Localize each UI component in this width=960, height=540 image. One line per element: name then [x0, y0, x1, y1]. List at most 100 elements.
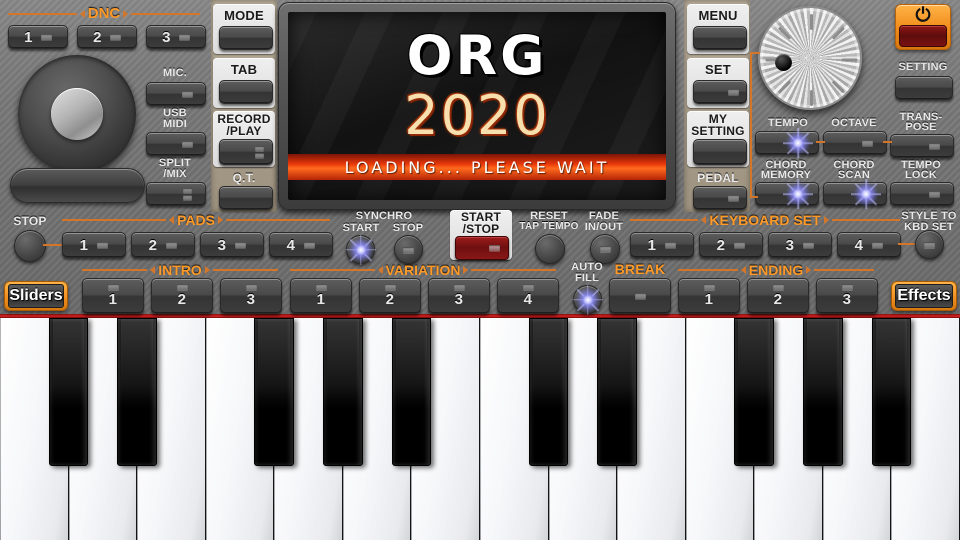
- reset-tap-tempo-button[interactable]: [535, 234, 565, 264]
- tempo-led-ray-h: [783, 142, 813, 144]
- tab-button[interactable]: [219, 80, 273, 104]
- setting-button[interactable]: [895, 76, 953, 100]
- black-key[interactable]: [871, 318, 912, 466]
- tempo-lock-button[interactable]: [890, 182, 954, 206]
- pad-button-1[interactable]: 1: [62, 232, 126, 258]
- piano-keyboard[interactable]: [0, 318, 960, 540]
- black-key[interactable]: [391, 318, 432, 466]
- kbdset-2-label: 2: [716, 236, 726, 254]
- record-play-leds: [254, 146, 264, 158]
- intro-button-2[interactable]: 2: [151, 278, 213, 314]
- variation-4-label: 4: [523, 291, 533, 308]
- tempo-button[interactable]: [755, 128, 819, 158]
- data-dial-knob[interactable]: [758, 6, 862, 110]
- menu-button[interactable]: [693, 26, 747, 50]
- usb-midi-button[interactable]: [146, 132, 206, 156]
- black-key[interactable]: [528, 318, 569, 466]
- black-key[interactable]: [802, 318, 843, 466]
- sliders-inner: Sliders: [8, 284, 64, 308]
- black-key[interactable]: [117, 318, 158, 466]
- qt-label: Q.T.: [232, 171, 256, 185]
- intro-label: INTRO: [158, 262, 202, 278]
- intro-tri-right-icon: [204, 266, 210, 274]
- variation-1-led: [315, 284, 327, 290]
- orange-wire-tempo-octave: [816, 141, 825, 143]
- ending-button-1[interactable]: 1: [678, 278, 740, 314]
- tri-right-icon: [123, 9, 129, 18]
- kbdset-4-led: [872, 242, 884, 248]
- synchro-stop-button[interactable]: [394, 235, 423, 264]
- chord-scan-button[interactable]: [823, 179, 887, 209]
- transpose-button[interactable]: [890, 134, 954, 158]
- octave-button[interactable]: [823, 131, 887, 155]
- mode-button[interactable]: [219, 26, 273, 50]
- end-tri-right-icon: [806, 266, 812, 274]
- break-led: [634, 292, 646, 299]
- var-rule-left: [290, 269, 375, 271]
- variation-button-3[interactable]: 3: [428, 278, 490, 314]
- black-key[interactable]: [734, 318, 775, 466]
- kbdset-1-label: 1: [647, 236, 657, 254]
- break-button[interactable]: [609, 278, 671, 314]
- fade-led: [599, 246, 611, 252]
- dnc-button-3[interactable]: 3: [146, 25, 206, 49]
- intro-2-label: 2: [177, 291, 187, 308]
- power-led: [899, 25, 947, 47]
- intro-rule-left: [82, 269, 148, 271]
- power-button[interactable]: ⏻: [895, 4, 951, 50]
- keyboard-set-button-2[interactable]: 2: [699, 232, 763, 258]
- chord-memory-button[interactable]: [755, 179, 819, 209]
- dnc-button-2[interactable]: 2: [77, 25, 137, 49]
- keyboard-set-label: KEYBOARD SET: [709, 212, 821, 228]
- black-key[interactable]: [254, 318, 295, 466]
- record-play-button[interactable]: [219, 139, 273, 165]
- ending-button-3[interactable]: 3: [816, 278, 878, 314]
- style-to-kbd-set-button[interactable]: [915, 230, 944, 259]
- start-stop-label-line2: /STOP: [462, 222, 500, 236]
- jog-wheel[interactable]: [18, 55, 136, 173]
- variation-3-label: 3: [454, 291, 464, 308]
- keyboard-set-button-1[interactable]: 1: [630, 232, 694, 258]
- intro-button-3[interactable]: 3: [220, 278, 282, 314]
- pad-button-3[interactable]: 3: [200, 232, 264, 258]
- effects-button[interactable]: Effects: [891, 281, 957, 311]
- pad-button-2[interactable]: 2: [131, 232, 195, 258]
- lcd-screen[interactable]: ORG 2020 LOADING... PLEASE WAIT: [288, 12, 666, 200]
- synchro-label: SYNCHRO: [355, 210, 413, 222]
- stop-button[interactable]: [14, 230, 46, 262]
- synchro-start-button[interactable]: [345, 234, 376, 265]
- variation-button-1[interactable]: 1: [290, 278, 352, 314]
- play-led: [254, 153, 264, 158]
- fade-in-out-button[interactable]: [590, 234, 620, 264]
- status-text: LOADING... PLEASE WAIT: [344, 157, 610, 177]
- variation-button-4[interactable]: 4: [497, 278, 559, 314]
- split-mix-led-1: [182, 188, 192, 193]
- intro-button-1[interactable]: 1: [82, 278, 144, 314]
- black-key[interactable]: [48, 318, 89, 466]
- start-stop-button[interactable]: [455, 236, 509, 260]
- qt-button[interactable]: [219, 186, 273, 210]
- my-setting-button[interactable]: [693, 139, 747, 165]
- ending-2-label: 2: [773, 291, 783, 308]
- auto-fill-button[interactable]: [572, 284, 603, 315]
- ending-button-2[interactable]: 2: [747, 278, 809, 314]
- black-key[interactable]: [322, 318, 363, 466]
- fade-label-line2: IN/OUT: [584, 221, 624, 233]
- pedal-button[interactable]: [693, 186, 747, 210]
- pad-button-4[interactable]: 4: [269, 232, 333, 258]
- tempo-lock-label-line2: LOCK: [905, 169, 937, 181]
- sliders-button[interactable]: Sliders: [4, 281, 68, 311]
- split-mix-led-2: [182, 195, 192, 200]
- keyboard-set-button-4[interactable]: 4: [837, 232, 901, 258]
- ks-tri-right-icon: [823, 216, 829, 224]
- keyboard-set-button-3[interactable]: 3: [768, 232, 832, 258]
- black-key[interactable]: [597, 318, 638, 466]
- pitch-bend-pad[interactable]: [10, 168, 145, 203]
- variation-button-2[interactable]: 2: [359, 278, 421, 314]
- set-button[interactable]: [693, 80, 747, 104]
- knob-tick-180: [810, 90, 813, 106]
- mic-button[interactable]: [146, 82, 206, 106]
- dnc-button-1[interactable]: 1: [8, 25, 68, 49]
- split-mix-button[interactable]: [146, 182, 206, 206]
- ending-1-led: [703, 284, 715, 290]
